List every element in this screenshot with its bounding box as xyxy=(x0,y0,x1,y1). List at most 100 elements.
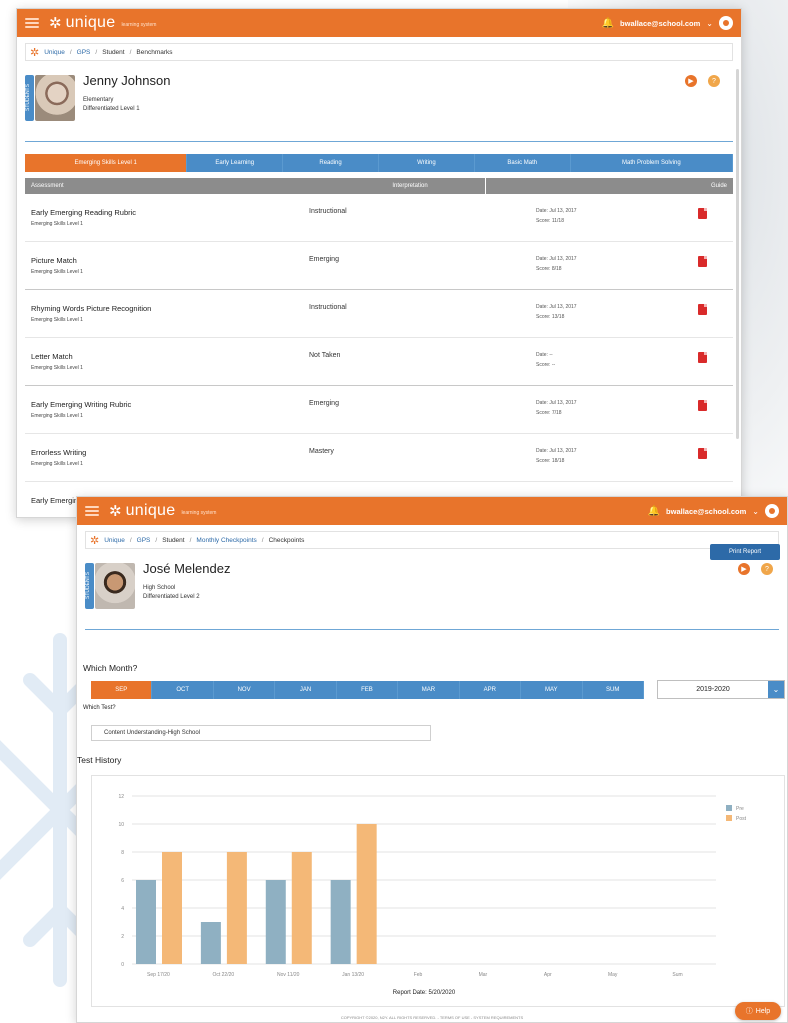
student-level: Differentiated Level 1 xyxy=(83,106,140,112)
breadcrumb-gps[interactable]: GPS xyxy=(77,49,91,56)
student-photo xyxy=(35,75,75,121)
breadcrumb-student[interactable]: Student xyxy=(102,49,124,56)
logo-text: unique xyxy=(125,502,176,519)
assessment-table: Assessment Interpretation Guide Early Em… xyxy=(25,178,733,517)
divider xyxy=(85,629,779,630)
test-history-chart: 0 2 4 6 8 10 12 Sep 17/20 Oct 22/20 Nov 11/20 Jan … xyxy=(91,775,785,1007)
assessment-name[interactable]: Rhyming Words Picture Recognition xyxy=(31,304,151,313)
legend-swatch xyxy=(726,805,732,811)
month-tab-jan[interactable]: JAN xyxy=(275,681,337,699)
assessment-date: Date: Jul 13, 2017 xyxy=(536,256,577,262)
logo[interactable]: ✲ unique learning system xyxy=(49,14,156,32)
tab-basic-math[interactable]: Basic Math xyxy=(474,154,571,172)
assessment-date: Date: Jul 13, 2017 xyxy=(536,208,577,214)
chevron-down-icon[interactable]: ⌄ xyxy=(768,681,784,698)
bar-pre xyxy=(265,880,286,964)
students-side-tab[interactable]: STUDENTS xyxy=(25,75,34,121)
pdf-guide-icon[interactable] xyxy=(698,208,707,219)
user-avatar-icon[interactable] xyxy=(719,16,733,30)
month-tab-sep[interactable]: SEP xyxy=(91,681,153,699)
pdf-guide-icon[interactable] xyxy=(698,256,707,267)
footer: COPYRIGHT ©2020, N2Y. ALL RIGHTS RESERVE… xyxy=(340,1014,524,1020)
top-bar: ✲ unique learning system 🔔 bwallace@scho… xyxy=(77,497,787,525)
logo[interactable]: ✲ unique learning system xyxy=(109,502,216,520)
bell-icon[interactable]: 🔔 xyxy=(648,506,660,517)
interpretation: Emerging xyxy=(309,400,339,407)
help-icon[interactable]: ? xyxy=(708,75,720,87)
bar-pre xyxy=(330,880,351,964)
breadcrumb-gps[interactable]: GPS xyxy=(137,537,151,544)
tab-writing[interactable]: Writing xyxy=(378,154,475,172)
user-avatar-icon[interactable] xyxy=(765,504,779,518)
assessment-name[interactable]: Early Emerging Writing Rubric xyxy=(31,400,131,409)
assessment-name[interactable]: Early Emerging xyxy=(31,496,82,505)
bar-post xyxy=(291,852,312,964)
pdf-guide-icon[interactable] xyxy=(698,448,707,459)
breadcrumb-unique[interactable]: Unique xyxy=(44,49,65,56)
x-axis-label: Report Date: 5/20/2020 xyxy=(393,990,456,996)
which-test-label: Which Test? xyxy=(83,705,116,711)
interpretation: Instructional xyxy=(309,304,347,311)
interpretation: Instructional xyxy=(309,208,347,215)
menu-icon[interactable] xyxy=(85,506,99,516)
month-tab-sum[interactable]: SUM xyxy=(583,681,644,699)
help-label: Help xyxy=(755,1007,771,1015)
help-icon[interactable]: ? xyxy=(761,563,773,575)
header-guide: Guide xyxy=(710,183,727,189)
tab-early-learning[interactable]: Early Learning xyxy=(187,154,284,172)
play-icon[interactable]: ▶ xyxy=(738,563,750,575)
year-select[interactable]: 2019-2020 ⌄ xyxy=(657,680,785,699)
month-tab-apr[interactable]: APR xyxy=(460,681,522,699)
test-select-input[interactable]: Content Understanding-High School xyxy=(91,725,431,741)
month-tab-feb[interactable]: FEB xyxy=(337,681,399,699)
breadcrumb-unique[interactable]: Unique xyxy=(104,537,125,544)
bell-icon[interactable]: 🔔 xyxy=(602,18,614,29)
divider xyxy=(25,141,733,142)
y-tick-label: 12 xyxy=(118,794,124,800)
student-profile: STUDENTS José Melendez High School Diffe… xyxy=(85,549,779,629)
breadcrumb-monthly-checkpoints[interactable]: Monthly Checkpoints xyxy=(196,537,256,544)
print-report-button[interactable]: Print Report xyxy=(710,544,780,560)
tab-reading[interactable]: Reading xyxy=(283,154,379,172)
tab-math-problem-solving[interactable]: Math Problem Solving xyxy=(570,154,733,172)
assessment-name[interactable]: Errorless Writing xyxy=(31,448,86,457)
student-grade: Elementary xyxy=(83,97,114,103)
table-row: Rhyming Words Picture Recognition Emergin… xyxy=(25,290,733,338)
chevron-down-icon[interactable]: ⌄ xyxy=(752,507,759,516)
student-photo xyxy=(95,563,135,609)
pdf-guide-icon[interactable] xyxy=(698,352,707,363)
month-tab-may[interactable]: MAY xyxy=(521,681,583,699)
table-row: Errorless Writing Emerging Skills Level 1… xyxy=(25,434,733,482)
user-email[interactable]: bwallace@school.com xyxy=(620,19,700,28)
month-tab-nov[interactable]: NOV xyxy=(214,681,276,699)
benchmarks-window: ✲ unique learning system 🔔 bwallace@scho… xyxy=(16,8,742,518)
help-button[interactable]: ⓘ Help xyxy=(735,1002,781,1020)
pdf-guide-icon[interactable] xyxy=(698,400,707,411)
scrollbar[interactable] xyxy=(736,69,739,439)
month-tabs: SEP OCT NOV JAN FEB MAR APR MAY SUM xyxy=(91,681,644,699)
student-name: Jenny Johnson xyxy=(83,73,171,88)
assessment-level: Emerging Skills Level 1 xyxy=(31,317,83,323)
play-icon[interactable]: ▶ xyxy=(685,75,697,87)
menu-icon[interactable] xyxy=(25,18,39,28)
assessment-level: Emerging Skills Level 1 xyxy=(31,413,83,419)
assessment-level: Emerging Skills Level 1 xyxy=(31,365,83,371)
breadcrumb-home-icon[interactable]: ✲ xyxy=(90,534,99,547)
assessment-name[interactable]: Picture Match xyxy=(31,256,77,265)
assessment-date: Date: Jul 13, 2017 xyxy=(536,304,577,310)
month-tab-oct[interactable]: OCT xyxy=(152,681,214,699)
chart-svg: 0 2 4 6 8 10 12 Sep 17/20 Oct 22/20 Nov 11/20 Jan … xyxy=(118,794,746,996)
breadcrumb-home-icon[interactable]: ✲ xyxy=(30,46,39,59)
table-header: Assessment Interpretation Guide xyxy=(25,178,733,194)
chevron-down-icon[interactable]: ⌄ xyxy=(706,19,713,28)
legend-label: Pre xyxy=(736,806,744,812)
assessment-name[interactable]: Early Emerging Reading Rubric xyxy=(31,208,136,217)
month-tab-mar[interactable]: MAR xyxy=(398,681,460,699)
pdf-guide-icon[interactable] xyxy=(698,304,707,315)
assessment-name[interactable]: Letter Match xyxy=(31,352,73,361)
tab-emerging-skills[interactable]: Emerging Skills Level 1 xyxy=(25,154,188,172)
user-email[interactable]: bwallace@school.com xyxy=(666,507,746,516)
assessment-level: Emerging Skills Level 1 xyxy=(31,269,83,275)
breadcrumb-student[interactable]: Student xyxy=(162,537,184,544)
students-side-tab[interactable]: STUDENTS xyxy=(85,563,94,609)
